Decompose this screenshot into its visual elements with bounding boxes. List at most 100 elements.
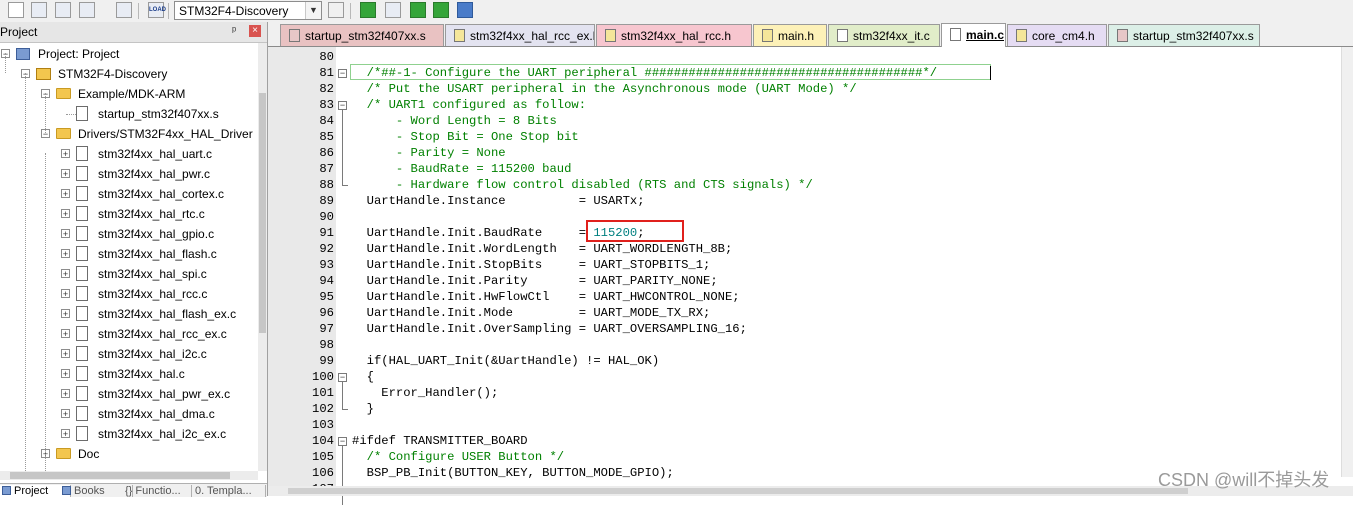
tree-group-item[interactable]: + Doc (0, 444, 258, 464)
fold-toggle-icon[interactable]: − (338, 373, 347, 382)
expand-icon[interactable]: + (61, 349, 70, 359)
print-icon[interactable] (116, 2, 132, 18)
tree-hscrollbar[interactable] (0, 471, 258, 480)
line-number: 88 (319, 178, 334, 192)
target-options-icon[interactable] (328, 2, 344, 18)
code-line: 90 (268, 209, 1353, 225)
fold-toggle-icon[interactable]: − (338, 101, 347, 110)
expand-icon[interactable]: + (61, 369, 70, 379)
tab-functions[interactable]: {} Functio... (121, 485, 192, 497)
tree-group-item[interactable]: − Example/MDK-ARM (0, 84, 258, 104)
editor-tab-startup-stm32f407xx-s[interactable]: startup_stm32f407xx.s (280, 24, 444, 46)
save-all-icon[interactable] (79, 2, 95, 18)
expand-icon[interactable]: + (61, 309, 70, 319)
line-number: 104 (312, 434, 334, 448)
tree-target-item[interactable]: − STM32F4-Discovery (0, 64, 258, 84)
expand-icon[interactable]: + (61, 189, 70, 199)
tree-file-item[interactable]: + stm32f4xx_hal_pwr_ex.c (0, 384, 258, 404)
tree-file-item[interactable]: + stm32f4xx_hal_rcc.c (0, 284, 258, 304)
code-line: 88 - Hardware flow control disabled (RTS… (268, 177, 1353, 193)
save-file-icon[interactable] (55, 2, 71, 18)
tree-file-item[interactable]: + stm32f4xx_hal_flash.c (0, 244, 258, 264)
code-editor[interactable]: 80 81 /*##-1- Configure the UART peripher… (268, 47, 1353, 505)
tree-item-label: startup_stm32f407xx.s (98, 107, 219, 121)
editor-tab-main-c[interactable]: main.c (941, 23, 1006, 47)
expand-icon[interactable]: + (61, 249, 70, 259)
open-file-icon[interactable] (31, 2, 47, 18)
tree-file-item[interactable]: + stm32f4xx_hal_i2c_ex.c (0, 424, 258, 444)
code-line: 99 if(HAL_UART_Init(&UartHandle) != HAL_… (268, 353, 1353, 369)
editor-tab-main-h[interactable]: main.h (753, 24, 827, 46)
chevron-down-icon[interactable]: ▼ (305, 2, 321, 19)
code-line: 101 Error_Handler(); (268, 385, 1353, 401)
code-line: 98 (268, 337, 1353, 353)
tree-file-item[interactable]: + stm32f4xx_hal_rcc_ex.c (0, 324, 258, 344)
target-select[interactable]: STM32F4-Discovery ▼ (174, 1, 322, 20)
file-extensions-icon[interactable] (385, 2, 401, 18)
tree-hscroll-thumb[interactable] (10, 472, 230, 479)
editor-tab-stm32f4xx-hal-rcc-ex-h[interactable]: stm32f4xx_hal_rcc_ex.h (445, 24, 595, 46)
new-file-icon[interactable] (8, 2, 24, 18)
header-file-icon (762, 29, 773, 42)
file-icon (76, 346, 88, 361)
fold-toggle-icon[interactable]: − (338, 437, 347, 446)
close-icon[interactable]: × (249, 25, 261, 37)
code-line: 91 UartHandle.Init.BaudRate = 115200; (268, 225, 1353, 241)
tree-scroll-thumb[interactable] (259, 93, 266, 333)
header-file-icon (1016, 29, 1027, 42)
tree-file-item[interactable]: + stm32f4xx_hal_rtc.c (0, 204, 258, 224)
code-line: 92 UartHandle.Init.WordLength = UART_WOR… (268, 241, 1353, 257)
line-number: 81 (319, 66, 334, 80)
editor-tab-startup-stm32f407xx-s[interactable]: startup_stm32f407xx.s (1108, 24, 1260, 46)
line-number: 82 (319, 82, 334, 96)
file-icon (76, 406, 88, 421)
manage-components-icon[interactable] (360, 2, 376, 18)
run-time-env-icon[interactable] (457, 2, 473, 18)
tree-file-item[interactable]: + stm32f4xx_hal_dma.c (0, 404, 258, 424)
tree-root-item[interactable]: − Project: Project (0, 44, 258, 64)
tree-file-item[interactable]: + stm32f4xx_hal_cortex.c (0, 184, 258, 204)
tree-file-item[interactable]: + stm32f4xx_hal.c (0, 364, 258, 384)
pack-installer-icon[interactable] (410, 2, 426, 18)
load-icon[interactable]: LOAD (148, 2, 166, 18)
expand-icon[interactable]: + (61, 209, 70, 219)
project-pane-header: Project ᵖ × (0, 22, 267, 43)
expand-icon[interactable]: + (61, 409, 70, 419)
tree-file-item[interactable]: + stm32f4xx_hal_flash_ex.c (0, 304, 258, 324)
editor-hscroll-thumb[interactable] (288, 488, 1188, 494)
tree-file-item[interactable]: startup_stm32f407xx.s (0, 104, 258, 124)
editor-tab-stm32f4xx-hal-rcc-h[interactable]: stm32f4xx_hal_rcc.h (596, 24, 752, 46)
line-number: 92 (319, 242, 334, 256)
expand-icon[interactable]: + (61, 169, 70, 179)
baudrate-highlight-box (586, 220, 684, 242)
expand-icon[interactable]: + (61, 329, 70, 339)
tree-file-item[interactable]: + stm32f4xx_hal_gpio.c (0, 224, 258, 244)
editor-tab-stm32f4xx-it-c[interactable]: stm32f4xx_it.c (828, 24, 940, 46)
line-number: 83 (319, 98, 334, 112)
code-text: - Word Length = 8 Bits (352, 114, 557, 128)
editor-vscrollbar[interactable] (1341, 47, 1353, 477)
tree-file-item[interactable]: + stm32f4xx_hal_pwr.c (0, 164, 258, 184)
editor-tab-core-cm4-h[interactable]: core_cm4.h (1007, 24, 1107, 46)
expand-icon[interactable]: + (61, 149, 70, 159)
tree-file-item[interactable]: + stm32f4xx_hal_spi.c (0, 264, 258, 284)
expand-icon[interactable]: + (61, 229, 70, 239)
file-icon (76, 106, 88, 121)
tree-file-item[interactable]: + stm32f4xx_hal_i2c.c (0, 344, 258, 364)
editor-tab-label: startup_stm32f407xx.s (1133, 29, 1254, 43)
tree-group-item[interactable]: − Drivers/STM32F4xx_HAL_Driver (0, 124, 258, 144)
line-number: 87 (319, 162, 334, 176)
pin-icon[interactable]: ᵖ (232, 25, 236, 37)
tree-file-item[interactable]: + stm32f4xx_hal_uart.c (0, 144, 258, 164)
expand-icon[interactable]: + (61, 389, 70, 399)
fold-toggle-icon[interactable]: − (338, 69, 347, 78)
expand-icon[interactable]: + (61, 429, 70, 439)
expand-icon[interactable]: + (61, 269, 70, 279)
code-text: - Hardware flow control disabled (RTS an… (352, 178, 813, 192)
expand-icon[interactable]: + (61, 289, 70, 299)
tree-item-label: stm32f4xx_hal_spi.c (98, 267, 207, 281)
select-packs-icon[interactable] (433, 2, 449, 18)
tab-templates[interactable]: 0. Templa... (191, 485, 266, 497)
code-line: 103 (268, 417, 1353, 433)
tree-scrollbar[interactable] (258, 43, 267, 471)
